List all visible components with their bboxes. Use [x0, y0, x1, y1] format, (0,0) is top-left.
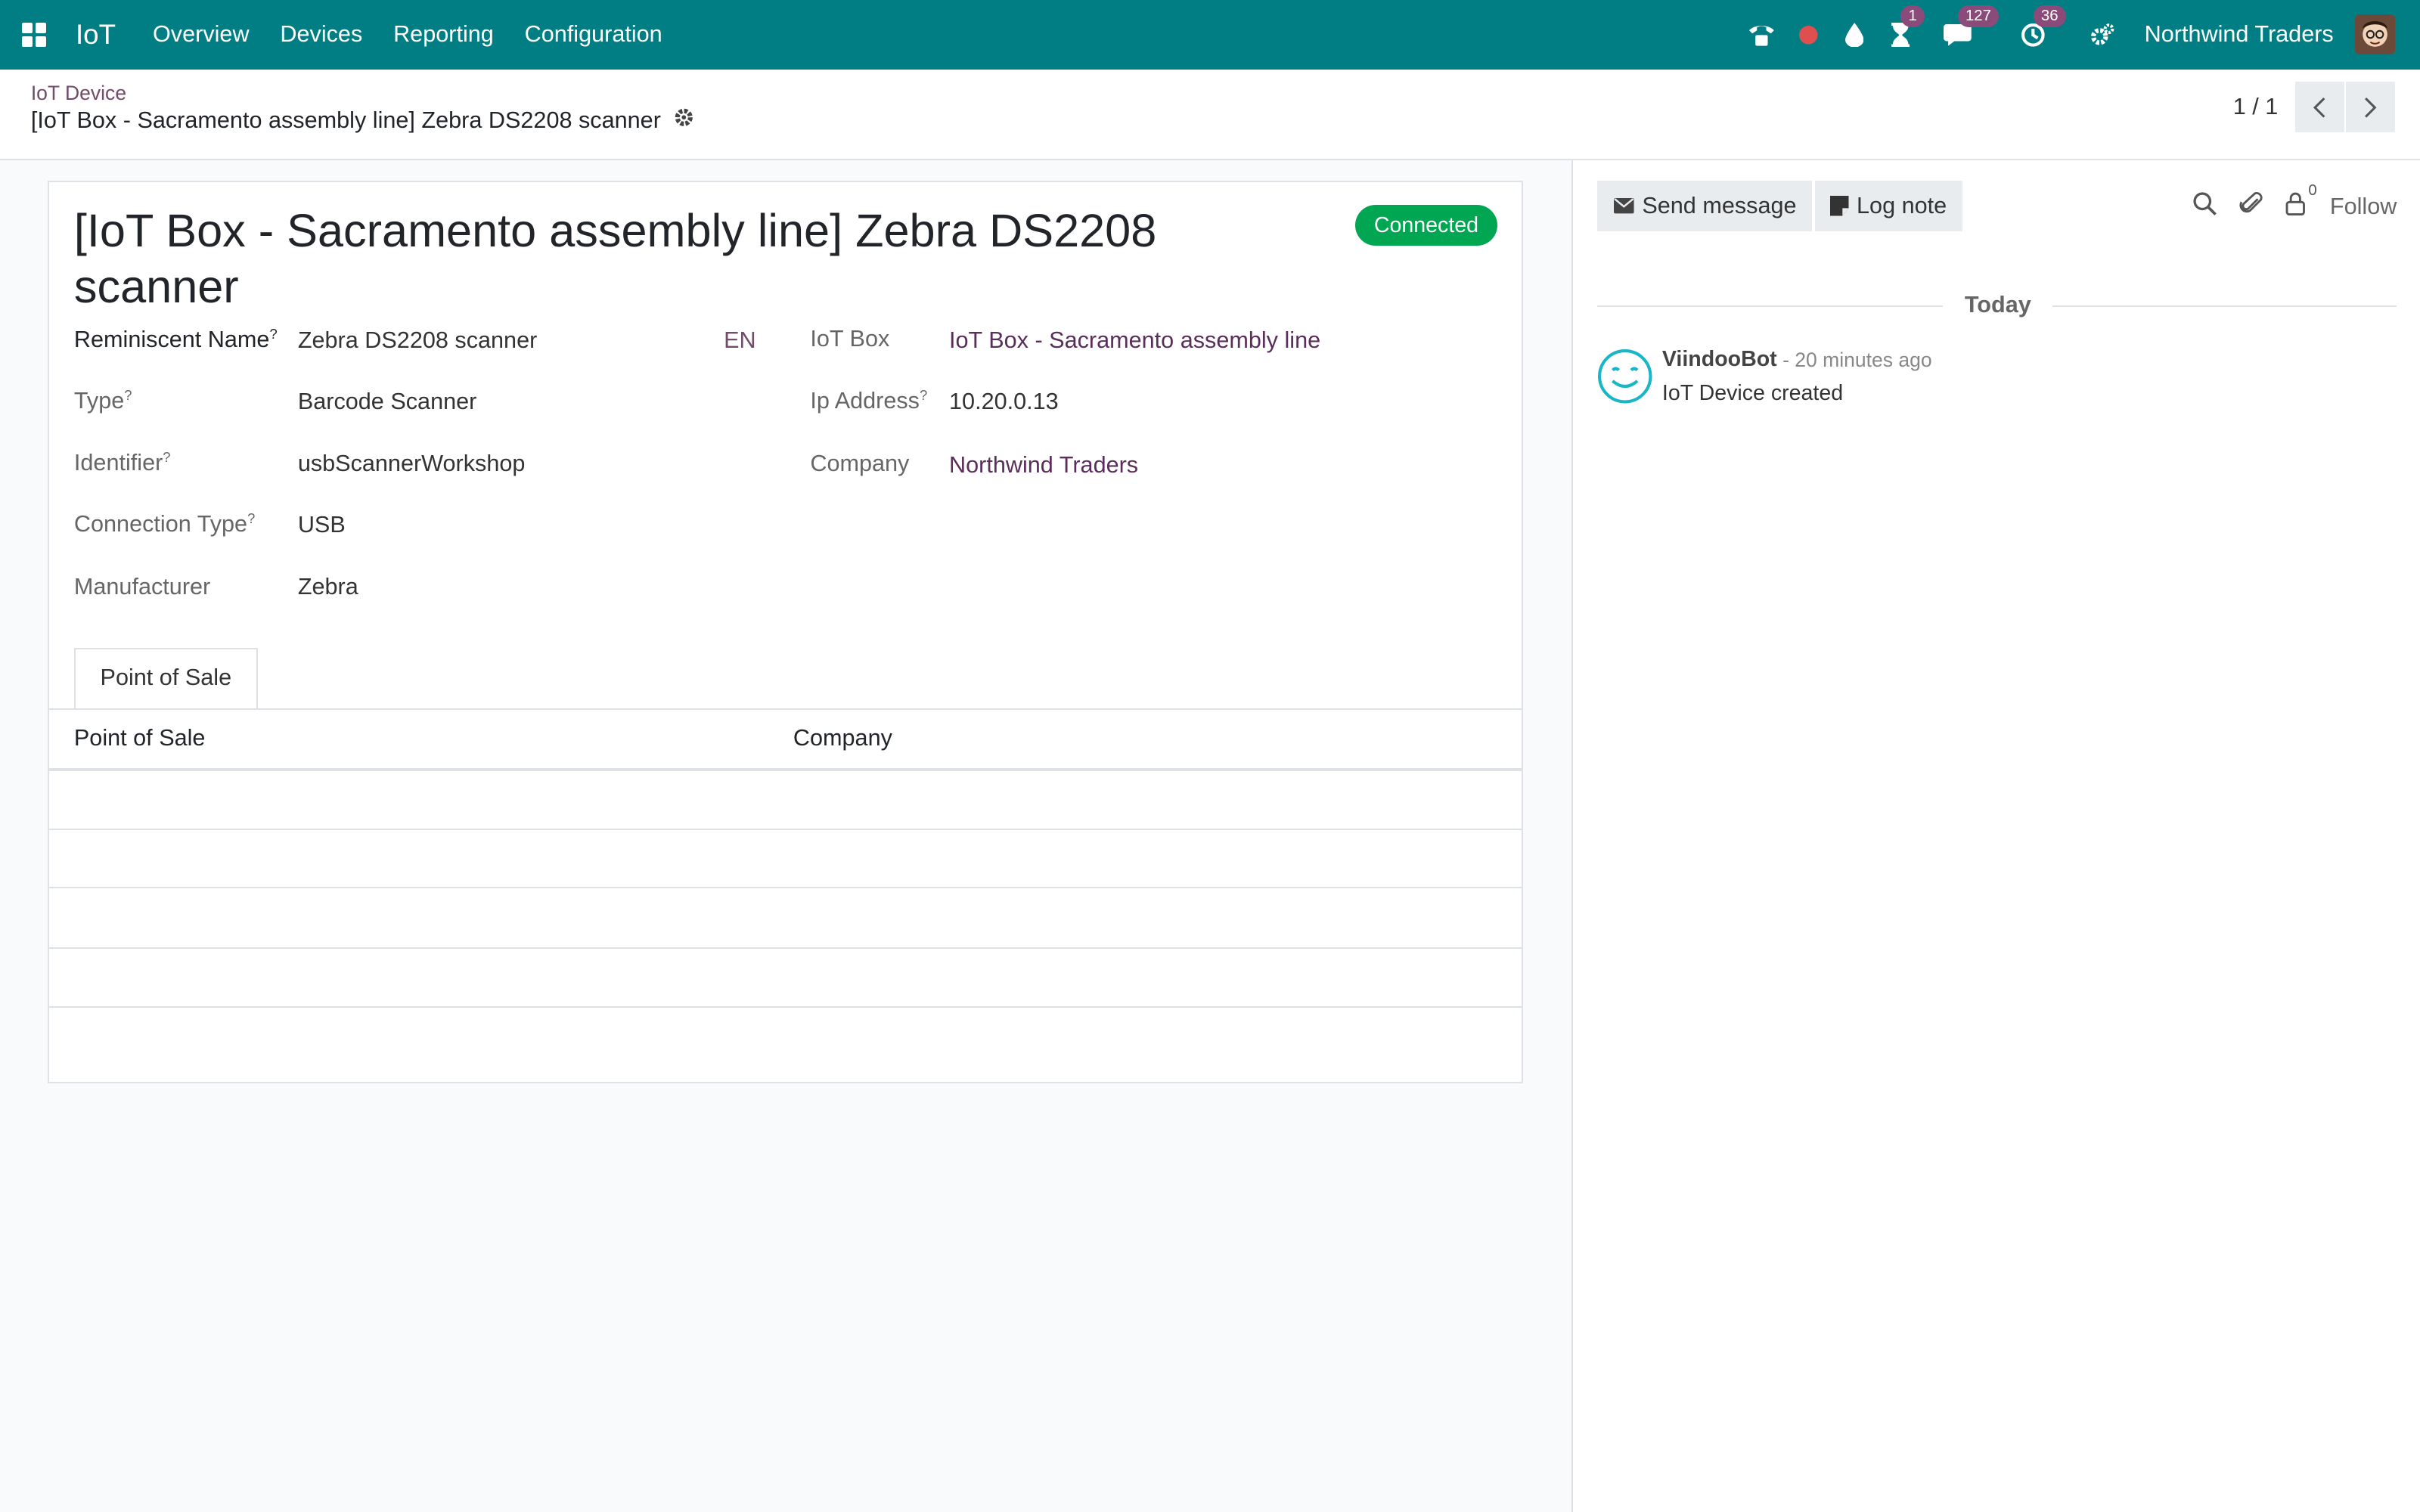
- top-navbar: IoT Overview Devices Reporting Configura…: [0, 0, 2420, 70]
- actions-gear-icon[interactable]: [673, 107, 695, 135]
- followers-lock-icon[interactable]: 0: [2285, 182, 2317, 222]
- control-panel: IoT Device [IoT Box - Sacramento assembl…: [0, 69, 2420, 161]
- recording-dot-icon[interactable]: [1792, 20, 1823, 51]
- chatter-tools: 0 Follow: [2171, 182, 2397, 222]
- ip-address-label: Ip Address?: [810, 387, 928, 414]
- tab-point-of-sale[interactable]: Point of Sale: [73, 648, 258, 710]
- messages-icon[interactable]: 127: [1942, 5, 2000, 51]
- status-badge: Connected: [1355, 205, 1497, 246]
- identifier-label: Identifier?: [73, 448, 171, 476]
- paperclip-icon[interactable]: [2238, 191, 2264, 222]
- menu-reporting[interactable]: Reporting: [378, 21, 510, 48]
- pager-previous-button[interactable]: [2294, 82, 2344, 133]
- drop-icon[interactable]: [1839, 20, 1870, 51]
- send-message-button[interactable]: Send message: [1597, 180, 1812, 232]
- table-row: [49, 949, 1522, 1008]
- chevron-left-icon: [2313, 97, 2325, 118]
- list-header: Point of Sale Company: [49, 710, 1522, 772]
- iot-box-link[interactable]: IoT Box - Sacramento assembly line: [949, 327, 1320, 354]
- followers-count: 0: [2308, 181, 2317, 199]
- user-avatar[interactable]: [2355, 14, 2396, 55]
- follow-button[interactable]: Follow: [2330, 194, 2397, 220]
- note-icon: [1830, 196, 1849, 216]
- envelope-icon: [1613, 198, 1634, 214]
- date-divider-label: Today: [1943, 291, 2053, 318]
- app-name[interactable]: IoT: [76, 19, 116, 51]
- menu-devices[interactable]: Devices: [265, 21, 378, 48]
- notebook-tabs: Point of Sale: [73, 648, 258, 710]
- chatter-panel: Send message Log note 0 Follow Today Vii…: [1571, 160, 2420, 1512]
- ip-address-value: 10.20.0.13: [949, 389, 1059, 415]
- type-label: Type?: [73, 387, 132, 414]
- breadcrumb-current-label: [IoT Box - Sacramento assembly line] Zeb…: [30, 107, 661, 133]
- breadcrumb-current: [IoT Box - Sacramento assembly line] Zeb…: [31, 107, 695, 135]
- messages-badge: 127: [1957, 5, 2000, 27]
- title-line-1: [IoT Box - Sacramento assembly line] Zeb…: [73, 205, 1157, 257]
- pager: 1 / 1: [2233, 82, 2396, 133]
- settings-gears-icon[interactable]: [2087, 20, 2118, 51]
- menu-overview[interactable]: Overview: [138, 21, 265, 48]
- connection-type-label: Connection Type?: [73, 510, 256, 538]
- message-timestamp: - 20 minutes ago: [1782, 349, 1932, 372]
- manufacturer-label: Manufacturer: [73, 574, 211, 600]
- activity-badge: 1: [1900, 5, 1925, 27]
- manufacturer-value: Zebra: [297, 574, 358, 600]
- company-label: Company: [810, 450, 910, 476]
- send-message-label: Send message: [1642, 192, 1797, 218]
- clock-icon[interactable]: 36: [2018, 5, 2066, 51]
- breadcrumb-parent-link[interactable]: IoT Device: [31, 82, 126, 105]
- clock-badge: 36: [2033, 5, 2066, 27]
- reminiscent-name-field[interactable]: Zebra DS2208 scanner: [298, 327, 537, 354]
- form-sheet: [IoT Box - Sacramento assembly line] Zeb…: [48, 180, 1524, 1083]
- search-icon[interactable]: [2192, 191, 2217, 222]
- activity-hourglass-icon[interactable]: 1: [1885, 5, 1925, 51]
- column-header-point-of-sale[interactable]: Point of Sale: [74, 725, 206, 751]
- iot-box-label: IoT Box: [810, 325, 890, 352]
- connection-type-value: USB: [297, 512, 346, 538]
- message-author[interactable]: ViindooBot: [1662, 347, 1777, 372]
- reminiscent-name-label: Reminiscent Name?: [73, 325, 278, 352]
- company-link[interactable]: Northwind Traders: [949, 452, 1138, 479]
- table-row: [49, 888, 1522, 949]
- table-row: [49, 830, 1522, 889]
- type-value: Barcode Scanner: [297, 389, 477, 415]
- column-header-company[interactable]: Company: [793, 725, 892, 751]
- message-body: IoT Device created: [1661, 381, 1844, 406]
- company-switcher[interactable]: Northwind Traders: [2145, 21, 2334, 48]
- pager-next-button[interactable]: [2346, 82, 2396, 133]
- title-line-2: scanner: [73, 260, 239, 312]
- chevron-right-icon: [2365, 97, 2377, 118]
- apps-menu-icon[interactable]: [21, 22, 47, 48]
- log-note-label: Log note: [1857, 192, 1947, 218]
- identifier-value: usbScannerWorkshop: [297, 450, 526, 476]
- table-row: [49, 770, 1522, 830]
- log-note-button[interactable]: Log note: [1814, 180, 1962, 232]
- language-tag[interactable]: EN: [724, 327, 756, 354]
- device-title[interactable]: [IoT Box - Sacramento assembly line] Zeb…: [74, 203, 1185, 314]
- menu-configuration[interactable]: Configuration: [509, 21, 678, 48]
- phone-icon[interactable]: [1746, 20, 1777, 51]
- bot-smiley-icon: [1597, 349, 1652, 410]
- pager-value[interactable]: 1 / 1: [2233, 94, 2279, 120]
